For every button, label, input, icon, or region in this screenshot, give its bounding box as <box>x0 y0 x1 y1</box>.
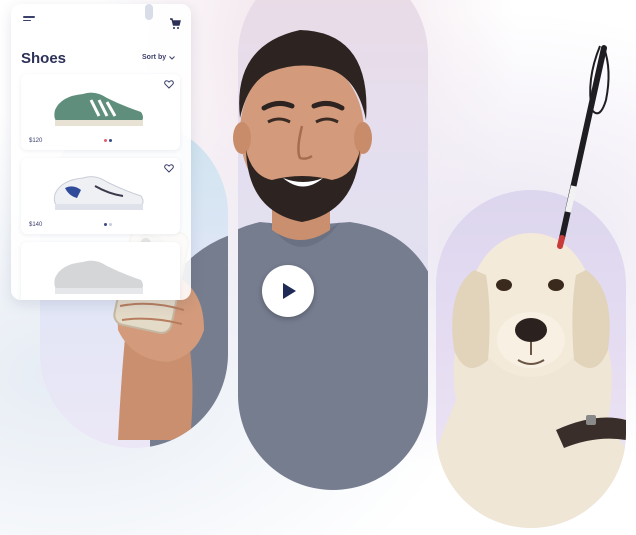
white-sneaker-image <box>53 176 144 210</box>
guide-dog-image <box>436 233 626 528</box>
photo-frame-right <box>436 190 626 528</box>
grey-sneaker-image <box>54 260 144 294</box>
product-price: $140 <box>29 222 43 228</box>
product-card[interactable] <box>21 242 180 300</box>
heart-icon[interactable] <box>164 80 174 89</box>
heart-icon[interactable] <box>164 164 174 173</box>
sort-by-dropdown[interactable]: Sort by <box>142 54 175 61</box>
menu-icon[interactable] <box>23 16 35 24</box>
cart-icon[interactable] <box>169 18 181 30</box>
page-title: Shoes <box>21 50 67 67</box>
sort-by-label: Sort by <box>142 54 167 61</box>
color-dot[interactable] <box>109 223 112 226</box>
color-options <box>104 223 112 226</box>
color-options <box>104 139 112 142</box>
play-icon <box>283 283 296 299</box>
play-video-button[interactable] <box>262 265 314 317</box>
color-dot[interactable] <box>104 223 107 226</box>
color-dot[interactable] <box>104 139 107 142</box>
status-notch <box>145 4 153 20</box>
color-dot[interactable] <box>109 139 112 142</box>
green-sneaker-image <box>54 92 144 126</box>
chevron-down-icon <box>169 55 175 60</box>
product-card[interactable]: $120 <box>21 74 180 150</box>
shoe-shopping-app-card: Shoes Sort by $120 $140 <box>11 4 191 300</box>
product-card[interactable]: $140 <box>21 158 180 234</box>
product-price: $120 <box>29 138 43 144</box>
photo-frame-center <box>238 0 428 490</box>
app-header <box>11 4 191 44</box>
